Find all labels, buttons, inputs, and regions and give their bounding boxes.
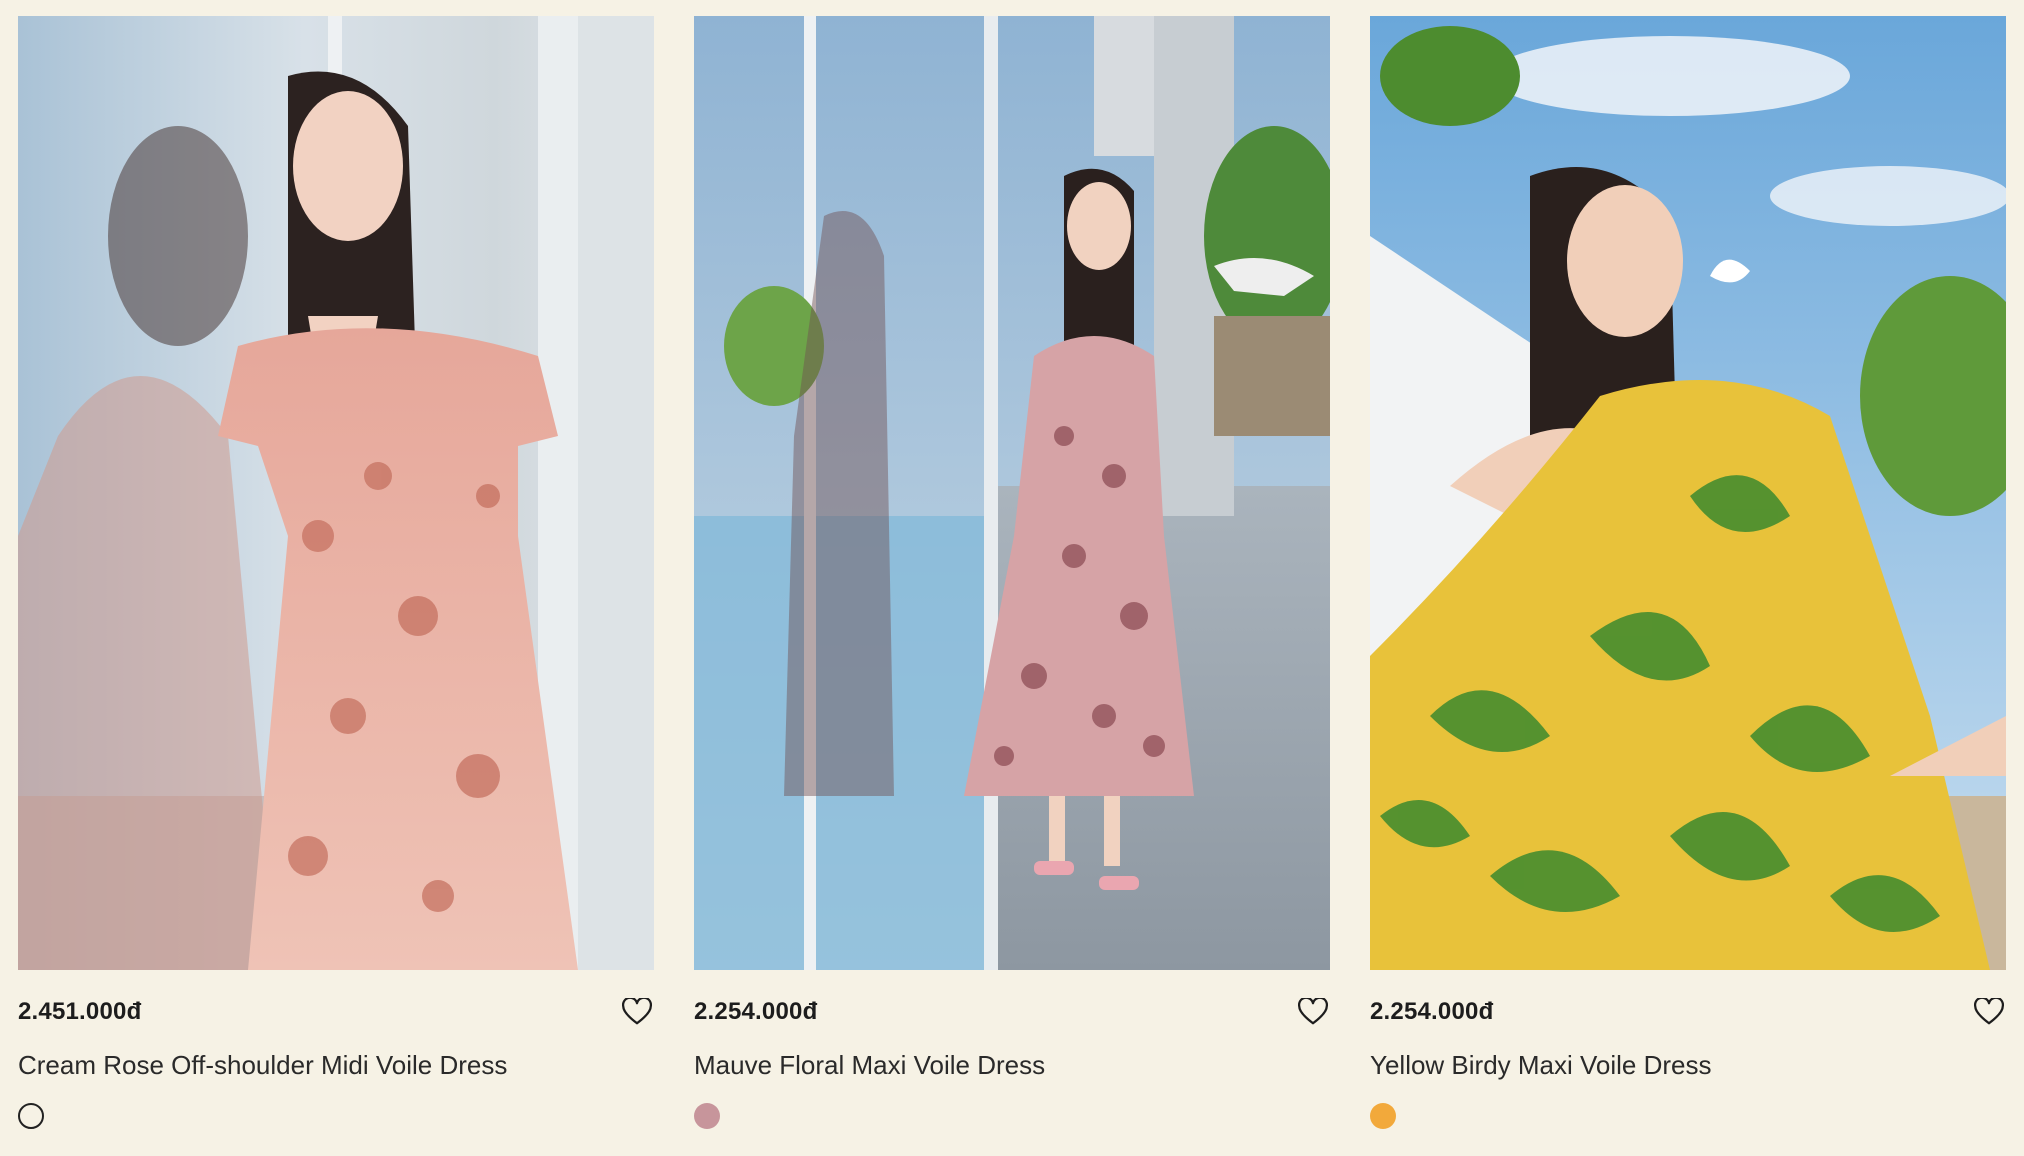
product-price: 2.254.000đ bbox=[694, 998, 818, 1025]
color-swatches bbox=[694, 1103, 1330, 1129]
product-card[interactable]: 2.254.000đ Yellow Birdy Maxi Voile Dress bbox=[1370, 16, 2006, 1129]
product-name[interactable]: Cream Rose Off-shoulder Midi Voile Dress bbox=[18, 1050, 654, 1081]
product-image[interactable] bbox=[18, 16, 654, 970]
product-card[interactable]: 2.451.000đ Cream Rose Off-shoulder Midi … bbox=[18, 16, 654, 1129]
color-swatch[interactable] bbox=[18, 1103, 44, 1129]
product-grid: 2.451.000đ Cream Rose Off-shoulder Midi … bbox=[18, 16, 2006, 1129]
product-card[interactable]: 2.254.000đ Mauve Floral Maxi Voile Dress bbox=[694, 16, 1330, 1129]
heart-outline-icon[interactable] bbox=[620, 995, 654, 1029]
color-swatches bbox=[18, 1103, 654, 1129]
product-price: 2.451.000đ bbox=[18, 998, 142, 1025]
color-swatch[interactable] bbox=[694, 1103, 720, 1129]
product-price: 2.254.000đ bbox=[1370, 998, 1494, 1025]
color-swatches bbox=[1370, 1103, 2006, 1129]
product-image[interactable] bbox=[694, 16, 1330, 970]
heart-outline-icon[interactable] bbox=[1972, 995, 2006, 1029]
price-row: 2.254.000đ bbox=[694, 994, 1330, 1030]
heart-outline-icon[interactable] bbox=[1296, 995, 1330, 1029]
product-name[interactable]: Yellow Birdy Maxi Voile Dress bbox=[1370, 1050, 2006, 1081]
price-row: 2.254.000đ bbox=[1370, 994, 2006, 1030]
color-swatch[interactable] bbox=[1370, 1103, 1396, 1129]
product-image[interactable] bbox=[1370, 16, 2006, 970]
product-name[interactable]: Mauve Floral Maxi Voile Dress bbox=[694, 1050, 1330, 1081]
price-row: 2.451.000đ bbox=[18, 994, 654, 1030]
